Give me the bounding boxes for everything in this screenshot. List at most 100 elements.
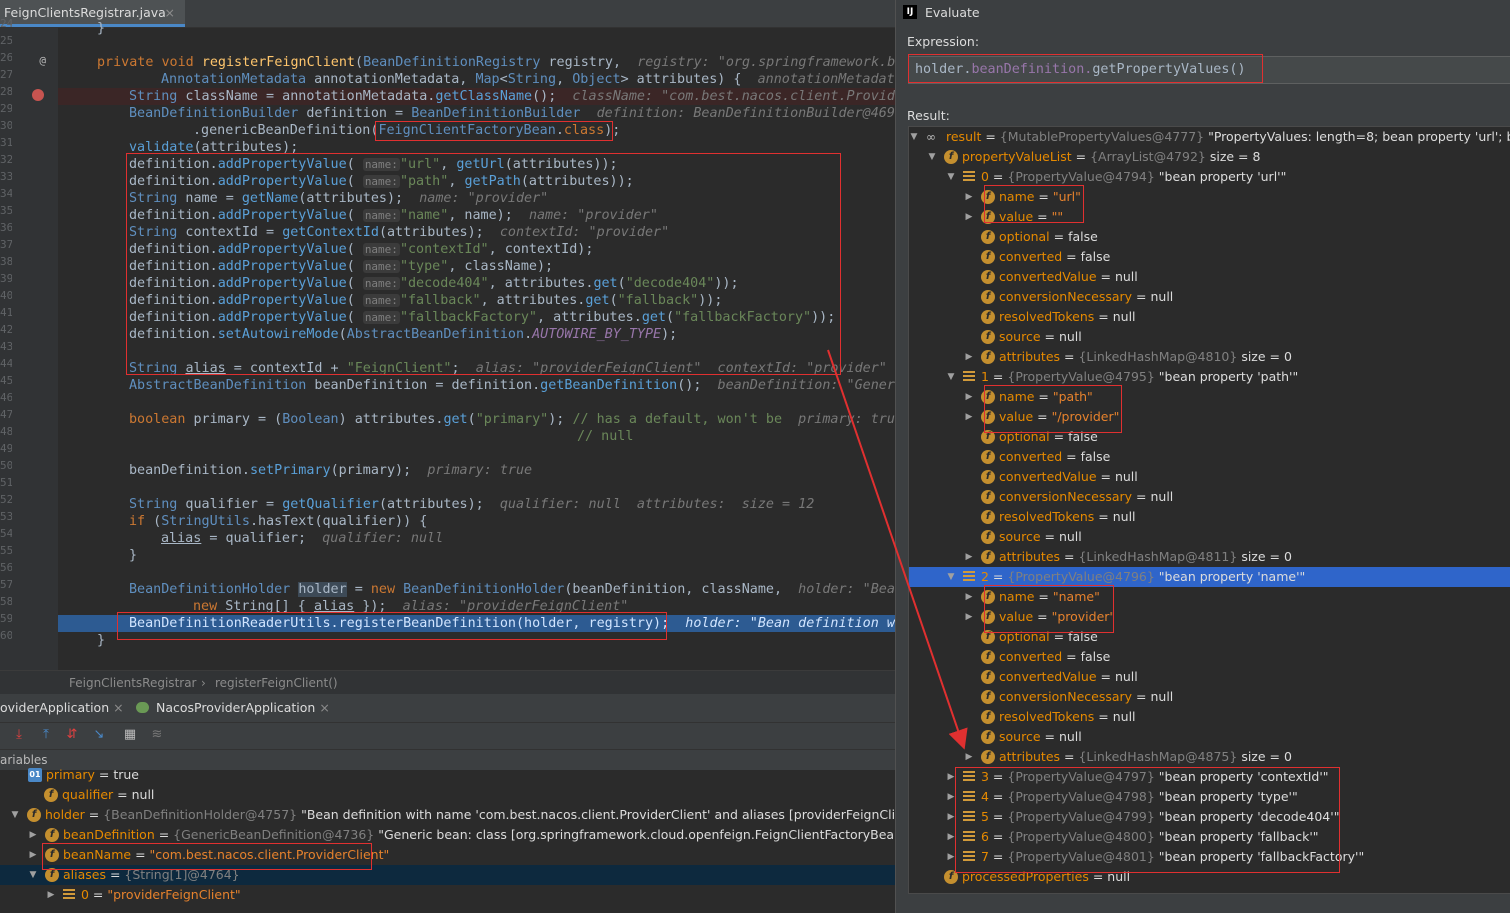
collapsed-arrow-icon[interactable]: ▶ [46, 885, 56, 905]
step-into-icon[interactable]: ⤓ [11, 727, 27, 743]
annotation-box-url-fields [984, 185, 1084, 223]
collapsed-arrow-icon[interactable]: ▶ [28, 845, 38, 865]
tree-node-field-convertedValue[interactable]: f convertedValue = null [909, 667, 1510, 687]
breadcrumb-method[interactable]: registerFeignClient() [215, 671, 338, 695]
node-text: resolvedTokens = null [999, 709, 1136, 724]
tree-node-field-conversionNecessary[interactable]: f conversionNecessary = null [909, 487, 1510, 507]
tab-label: FeignClientsRegistrar.java [4, 5, 166, 20]
variable-row[interactable]: 01 primary = true [0, 765, 895, 785]
code-editor[interactable]: FeignClientsRegistrar.java × 24 25 26 27 28 2… [0, 0, 895, 670]
node-text: attributes = {LinkedHashMap@4875} size =… [999, 749, 1292, 764]
collapsed-arrow-icon[interactable]: ▶ [28, 825, 38, 845]
code-line-53: alias = qualifier; qualifier: null [161, 531, 444, 546]
tree-node-property-1[interactable]: ▼ 1 = {PropertyValue@4795} "bean property… [909, 367, 1510, 387]
expanded-arrow-icon[interactable]: ▼ [946, 567, 956, 587]
code-line-47: // null [577, 429, 634, 444]
expanded-arrow-icon[interactable]: ▼ [10, 805, 20, 825]
result-label: Result: [907, 108, 950, 123]
code-line-52: if (StringUtils.hasText(qualifier)) { [129, 514, 428, 529]
field-icon: f [981, 730, 995, 744]
tree-node-field-source[interactable]: f source = null [909, 327, 1510, 347]
tree-node-field-resolvedTokens[interactable]: f resolvedTokens = null [909, 707, 1510, 727]
expanded-arrow-icon[interactable]: ▼ [946, 367, 956, 387]
override-marker-icon: @ [39, 54, 46, 67]
tree-node-field-converted[interactable]: f converted = false [909, 247, 1510, 267]
primitive-icon: 01 [28, 768, 42, 782]
field-icon: f [981, 310, 995, 324]
tab-close-icon[interactable]: × [165, 0, 175, 26]
annotation-box-path-fields [984, 385, 1122, 433]
evaluate-expression-icon[interactable]: ▦ [122, 727, 138, 743]
expanded-arrow-icon[interactable]: ▼ [28, 865, 38, 885]
collapsed-arrow-icon[interactable]: ▶ [964, 547, 974, 567]
variable-row[interactable]: ▼ f holder = {BeanDefinitionHolder@4757} "… [0, 805, 977, 825]
tree-node-field-resolvedTokens[interactable]: f resolvedTokens = null [909, 307, 1510, 327]
trace-icon[interactable]: ≋ [149, 727, 165, 743]
code-line-54: } [129, 548, 138, 563]
collapsed-arrow-icon[interactable]: ▶ [964, 587, 974, 607]
tree-node-field-convertedValue[interactable]: f convertedValue = null [909, 467, 1510, 487]
code-area[interactable]: 24 25 26 27 28 29 30 31 32 33 34 35 36 37 38 39 40 41 42 43… [0, 17, 895, 670]
collapsed-arrow-icon[interactable]: ▶ [964, 207, 974, 227]
tree-node-field-source[interactable]: f source = null [909, 727, 1510, 747]
tree-node-property-2[interactable]: ▼ 2 = {PropertyValue@4796} "bean property… [909, 567, 1510, 587]
expanded-arrow-icon[interactable]: ▼ [946, 167, 956, 187]
tree-node-property-0[interactable]: ▼ 0 = {PropertyValue@4794} "bean property… [909, 167, 1510, 187]
field-icon: f [981, 470, 995, 484]
collapsed-arrow-icon[interactable]: ▶ [964, 407, 974, 427]
close-icon[interactable]: × [319, 700, 329, 715]
node-text: resolvedTokens = null [999, 509, 1136, 524]
line-number: 31 [0, 136, 12, 149]
tab-provider-application[interactable]: oviderApplication × [0, 700, 124, 715]
collapsed-arrow-icon[interactable]: ▶ [964, 607, 974, 627]
tree-node-field-converted[interactable]: f converted = false [909, 647, 1510, 667]
line-number: 53 [0, 510, 12, 523]
tree-node-field-convertedValue[interactable]: f convertedValue = null [909, 267, 1510, 287]
breakpoint-icon[interactable] [32, 89, 44, 101]
tree-node-field-attributes[interactable]: ▶ f attributes = {LinkedHashMap@4811} size… [909, 547, 1510, 567]
tree-node-result[interactable]: ▼ ∞ result = {MutablePropertyValues@4777} … [909, 127, 1510, 147]
result-tree[interactable]: ▼ ∞ result = {MutablePropertyValues@4777} … [908, 126, 1510, 894]
tab-feign-clients-registrar[interactable]: FeignClientsRegistrar.java × [0, 0, 185, 27]
variable-row[interactable]: ▶ f beanDefinition = {GenericBeanDefinitio… [0, 825, 978, 845]
line-number: 26 [0, 51, 12, 64]
line-number: 24 [0, 17, 12, 30]
tab-nacos-provider-application[interactable]: NacosProviderApplication × [156, 700, 330, 715]
close-icon[interactable]: × [113, 700, 123, 715]
variable-row[interactable]: f qualifier = null [0, 785, 895, 805]
field-icon: f [45, 828, 59, 842]
expanded-arrow-icon[interactable]: ▼ [909, 127, 919, 147]
tree-node-field-attributes[interactable]: ▶ f attributes = {LinkedHashMap@4875} size… [909, 747, 1510, 767]
code-line-26: AnnotationMetadata annotationMetadata, M… [161, 72, 895, 87]
field-icon: f [981, 690, 995, 704]
collapsed-arrow-icon[interactable]: ▶ [964, 747, 974, 767]
tree-node-field-conversionNecessary[interactable]: f conversionNecessary = null [909, 687, 1510, 707]
step-out-icon[interactable]: ⤒ [38, 727, 54, 743]
tree-node-field-optional[interactable]: f optional = false [909, 227, 1510, 247]
debug-session-tabs: oviderApplication × NacosProviderApplica… [0, 694, 895, 723]
tree-node-property-value-list[interactable]: ▼ f propertyValueList = {ArrayList@4792} s… [909, 147, 1510, 167]
collapsed-arrow-icon[interactable]: ▶ [964, 187, 974, 207]
field-icon: f [981, 550, 995, 564]
list-item-icon [963, 571, 975, 582]
run-to-cursor-icon[interactable]: ↘ [91, 727, 107, 743]
breadcrumb-class[interactable]: FeignClientsRegistrar [69, 671, 197, 695]
variable-row[interactable]: ▶ 0 = "providerFeignClient" [0, 885, 895, 905]
tree-node-field-resolvedTokens[interactable]: f resolvedTokens = null [909, 507, 1510, 527]
watch-result-icon: ∞ [926, 130, 936, 144]
tree-node-field-conversionNecessary[interactable]: f conversionNecessary = null [909, 287, 1510, 307]
drop-frame-icon[interactable]: ⇵ [64, 727, 80, 743]
field-icon: f [981, 350, 995, 364]
tree-node-field-converted[interactable]: f converted = false [909, 447, 1510, 467]
tree-node-field-attributes[interactable]: ▶ f attributes = {LinkedHashMap@4810} size… [909, 347, 1510, 367]
variables-tree[interactable]: 01 primary = true f qualifier = null ▼ f holde… [0, 767, 978, 913]
line-number: 48 [0, 425, 12, 438]
tree-node-field-source[interactable]: f source = null [909, 527, 1510, 547]
annotation-box-expression [908, 54, 1263, 83]
expanded-arrow-icon[interactable]: ▼ [927, 147, 937, 167]
debug-toolbar: ⤓ ⤒ ⇵ ↘ ▦ ≋ [0, 723, 895, 750]
node-text: source = null [999, 529, 1082, 544]
collapsed-arrow-icon[interactable]: ▶ [964, 347, 974, 367]
node-text: 1 = {PropertyValue@4795} "bean property … [981, 369, 1299, 384]
collapsed-arrow-icon[interactable]: ▶ [964, 387, 974, 407]
